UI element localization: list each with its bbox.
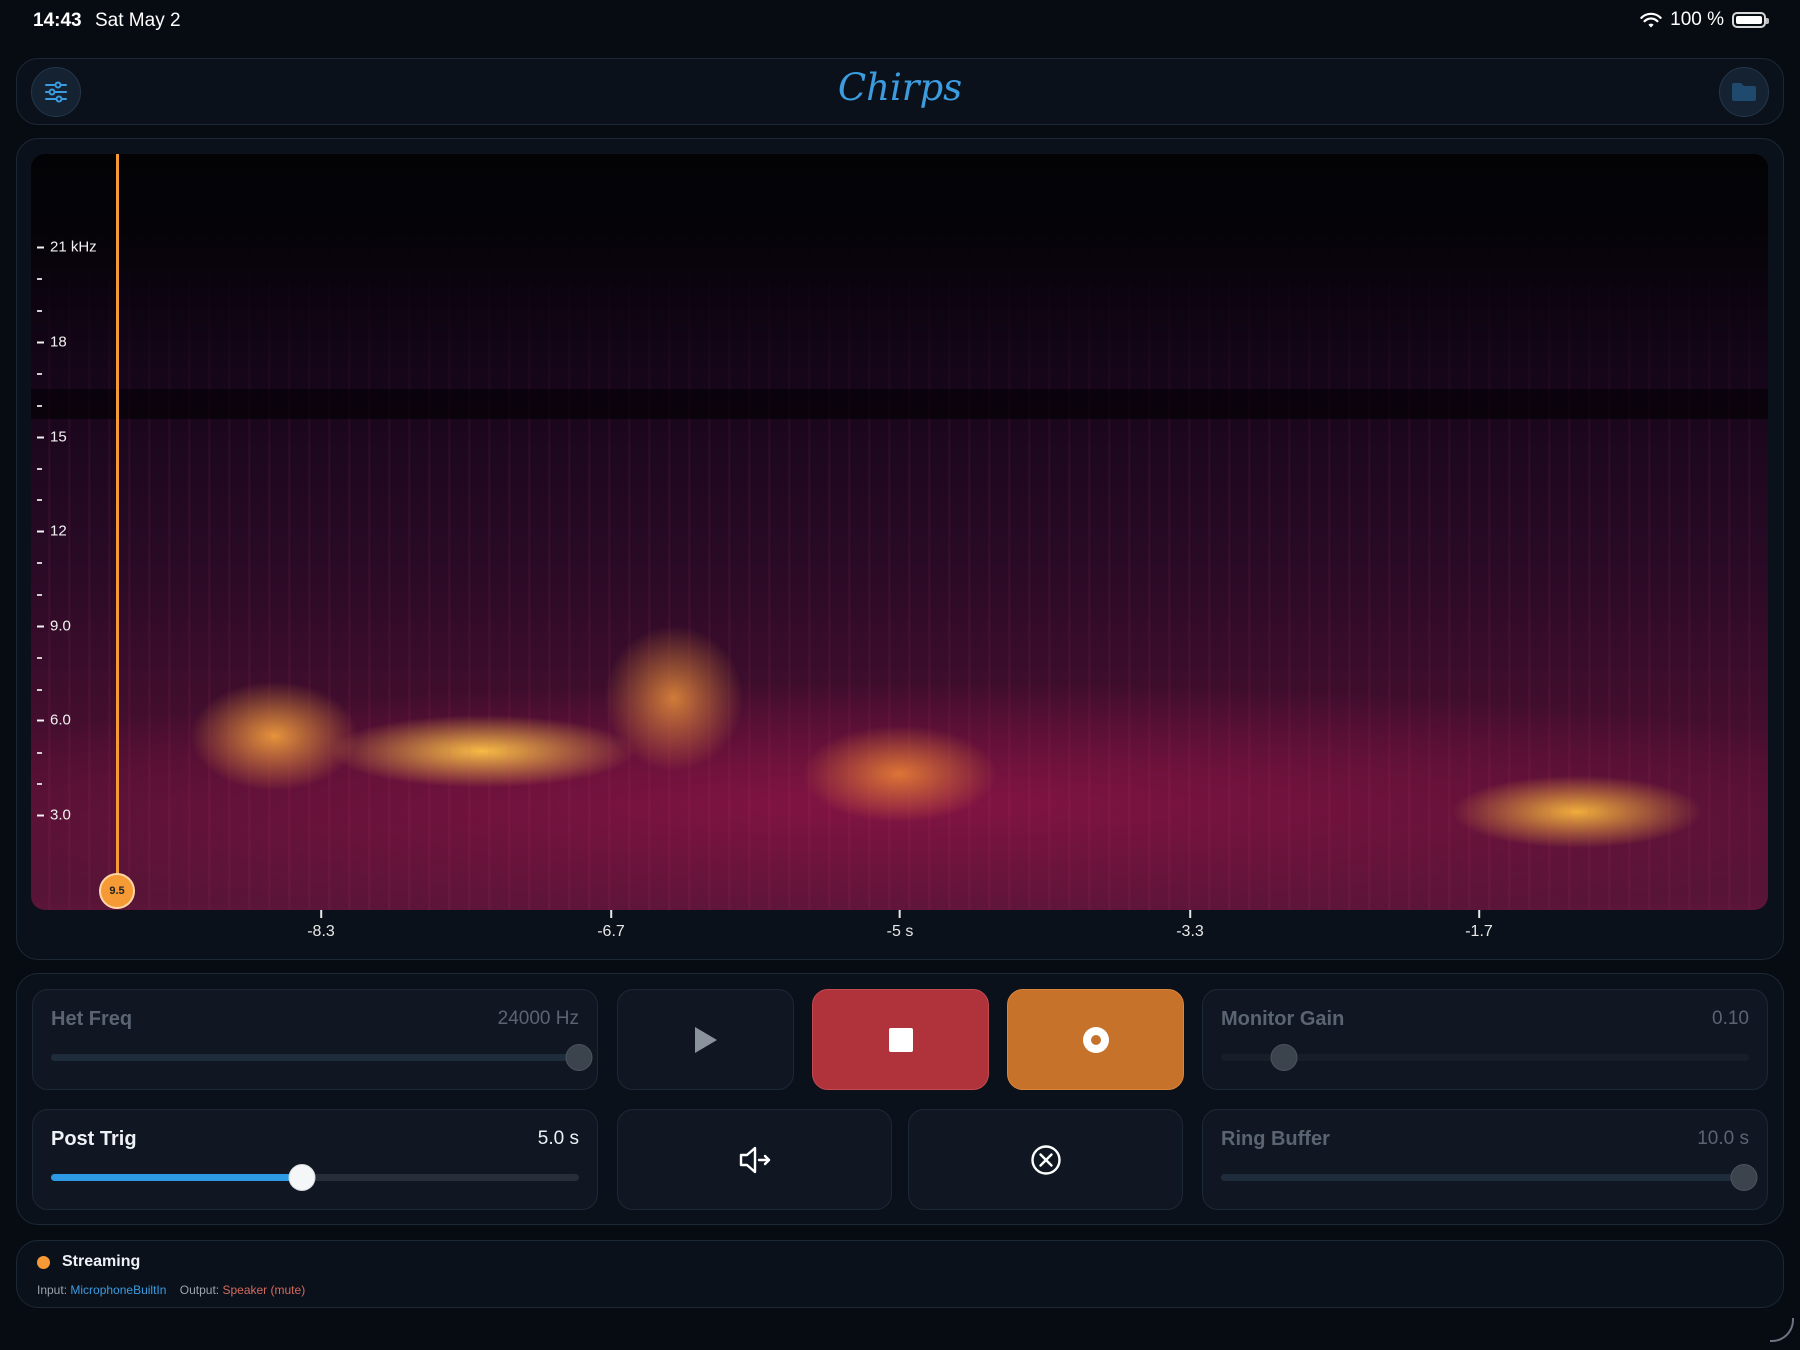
wifi-icon xyxy=(1640,12,1662,27)
spectrogram-quiet-band xyxy=(31,389,1768,419)
monitor-gain-control: Monitor Gain 0.10 xyxy=(1202,989,1768,1090)
app-header: Chirps xyxy=(16,58,1784,125)
io-info: Input: MicrophoneBuiltIn Output: Speaker… xyxy=(37,1283,305,1297)
app-title: Chirps xyxy=(837,66,963,109)
open-files-button[interactable] xyxy=(1719,67,1769,117)
het-freq-control: Het Freq 24000 Hz xyxy=(32,989,598,1090)
ring-buffer-label: Ring Buffer xyxy=(1221,1128,1330,1150)
clear-button[interactable] xyxy=(908,1109,1183,1210)
y-minor-tick xyxy=(37,468,42,470)
playhead-line[interactable] xyxy=(116,154,119,892)
post-trig-fill xyxy=(51,1174,302,1181)
spectrogram-texture xyxy=(31,154,1768,910)
spectrogram-view[interactable] xyxy=(31,154,1768,910)
x-tick-label: -5 s xyxy=(887,910,913,941)
streaming-indicator-dot xyxy=(37,1256,50,1269)
y-minor-tick xyxy=(37,783,42,785)
x-tick-label: -6.7 xyxy=(597,910,625,941)
y-minor-tick xyxy=(37,405,42,407)
y-minor-tick xyxy=(37,562,42,564)
streaming-status: Streaming xyxy=(62,1253,141,1270)
y-minor-tick xyxy=(37,499,42,501)
y-minor-tick xyxy=(37,594,42,596)
record-icon xyxy=(1082,1026,1109,1053)
post-trig-label: Post Trig xyxy=(51,1128,137,1150)
y-minor-tick xyxy=(37,310,42,312)
y-minor-tick xyxy=(37,278,42,280)
y-tick-label: 21 kHz xyxy=(37,239,97,256)
ring-buffer-value: 10.0 s xyxy=(1697,1128,1749,1149)
stop-button[interactable] xyxy=(812,989,989,1090)
monitor-gain-value: 0.10 xyxy=(1712,1008,1749,1029)
status-footer: Streaming Input: MicrophoneBuiltIn Outpu… xyxy=(16,1240,1784,1308)
play-icon xyxy=(694,1026,717,1053)
record-button[interactable] xyxy=(1007,989,1184,1090)
speaker-output-icon xyxy=(739,1146,770,1173)
input-device: MicrophoneBuiltIn xyxy=(70,1283,167,1297)
y-tick-label: 15 xyxy=(37,429,67,446)
ring-buffer-thumb[interactable] xyxy=(1730,1164,1758,1191)
playhead-handle[interactable]: 9.5 xyxy=(99,873,135,909)
het-freq-value: 24000 Hz xyxy=(497,1008,579,1029)
monitor-gain-thumb[interactable] xyxy=(1270,1044,1298,1071)
y-tick-label: 18 xyxy=(37,334,67,351)
input-label: Input: xyxy=(37,1283,68,1297)
post-trig-value: 5.0 s xyxy=(537,1128,579,1149)
x-tick-label: -8.3 xyxy=(307,910,335,941)
x-tick-label: -1.7 xyxy=(1465,910,1493,941)
battery-icon xyxy=(1732,12,1769,28)
play-button[interactable] xyxy=(617,989,794,1090)
post-trig-thumb[interactable] xyxy=(288,1164,316,1191)
y-minor-tick xyxy=(37,657,42,659)
clock-date: Sat May 2 xyxy=(95,10,181,31)
y-tick-label: 9.0 xyxy=(37,618,71,635)
stop-icon xyxy=(888,1027,913,1052)
y-minor-tick xyxy=(37,373,42,375)
clear-circle-x-icon xyxy=(1030,1144,1061,1175)
x-tick-label: -3.3 xyxy=(1176,910,1204,941)
status-indicators: 100 % xyxy=(1640,9,1769,31)
output-device: Speaker (mute) xyxy=(222,1283,306,1297)
ring-buffer-control: Ring Buffer 10.0 s xyxy=(1202,1109,1768,1210)
y-tick-label: 12 xyxy=(37,523,67,540)
y-minor-tick xyxy=(37,689,42,691)
clock-time: 14:43 xyxy=(33,10,82,31)
het-freq-slider[interactable] xyxy=(51,1044,593,1071)
post-trig-slider[interactable] xyxy=(51,1164,579,1191)
folder-icon xyxy=(1732,83,1756,101)
output-label: Output: xyxy=(179,1283,220,1297)
het-freq-thumb[interactable] xyxy=(565,1044,593,1071)
monitor-gain-label: Monitor Gain xyxy=(1221,1008,1345,1030)
het-freq-label: Het Freq xyxy=(51,1008,133,1030)
y-tick-label: 6.0 xyxy=(37,712,71,729)
audio-output-button[interactable] xyxy=(617,1109,892,1210)
resize-handle-icon[interactable] xyxy=(1770,1318,1794,1342)
ring-buffer-slider[interactable] xyxy=(1221,1164,1758,1191)
y-minor-tick xyxy=(37,752,42,754)
post-trig-control: Post Trig 5.0 s xyxy=(32,1109,598,1210)
monitor-gain-slider[interactable] xyxy=(1221,1044,1749,1071)
status-bar: 14:43 Sat May 2 100 % xyxy=(0,0,1800,44)
y-tick-label: 3.0 xyxy=(37,807,71,824)
battery-percent: 100 % xyxy=(1670,9,1724,30)
